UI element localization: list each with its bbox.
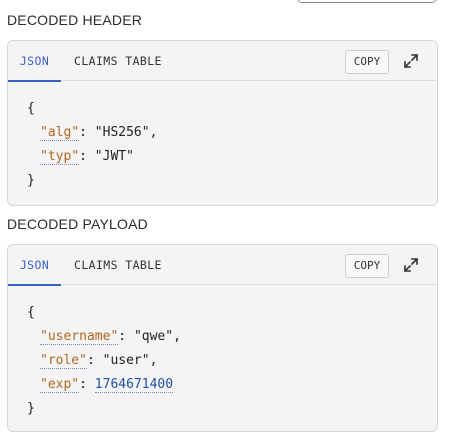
json-entry: "typ": "JWT" [40,149,134,165]
decoded-payload-title: DECODED PAYLOAD [7,216,148,232]
decoded-header-panel: JSON CLAIMS TABLE COPY { "alg": "HS256",… [7,40,438,206]
json-key[interactable]: "typ" [40,149,80,165]
json-close-brace: } [27,173,35,188]
tab-json[interactable]: JSON [8,41,61,82]
json-comma: , [149,125,158,140]
json-open-brace: { [27,101,35,116]
decoded-header-title: DECODED HEADER [7,12,143,28]
json-entry: "username": "qwe", [40,329,181,345]
header-json-view: { "alg": "HS256", "typ": "JWT" } [8,81,437,193]
decoded-payload-tabbar: JSON CLAIMS TABLE COPY [8,245,437,286]
json-key[interactable]: "role" [40,353,87,369]
json-key[interactable]: "username" [40,329,119,345]
decoded-header-tabbar: JSON CLAIMS TABLE COPY [8,41,437,82]
tab-claims-table[interactable]: CLAIMS TABLE [74,245,162,285]
top-button-edge[interactable] [297,0,437,3]
decoded-payload-panel: JSON CLAIMS TABLE COPY { "username": "qw… [7,244,438,432]
json-value: "qwe" [133,329,174,344]
json-entry: "exp": 1764671400 [40,377,174,393]
copy-button[interactable]: COPY [345,50,389,74]
tab-claims-table[interactable]: CLAIMS TABLE [74,41,162,81]
json-value: "user" [102,353,150,368]
json-open-brace: { [27,305,35,320]
json-key[interactable]: "alg" [40,125,80,141]
tab-json[interactable]: JSON [8,245,61,286]
json-value: "JWT" [94,149,134,164]
json-entry: "alg": "HS256", [40,125,158,141]
json-key[interactable]: "exp" [40,377,80,393]
copy-button[interactable]: COPY [345,254,389,278]
json-comma: , [173,329,181,344]
json-value-timestamp[interactable]: 1764671400 [94,377,174,393]
expand-icon[interactable] [403,53,419,69]
expand-icon[interactable] [403,257,419,273]
json-value: "HS256" [94,125,150,140]
json-comma: , [149,353,158,368]
json-entry: "role": "user", [40,353,158,369]
json-close-brace: } [27,401,35,416]
payload-json-view: { "username": "qwe", "role": "user", "ex… [8,285,437,421]
